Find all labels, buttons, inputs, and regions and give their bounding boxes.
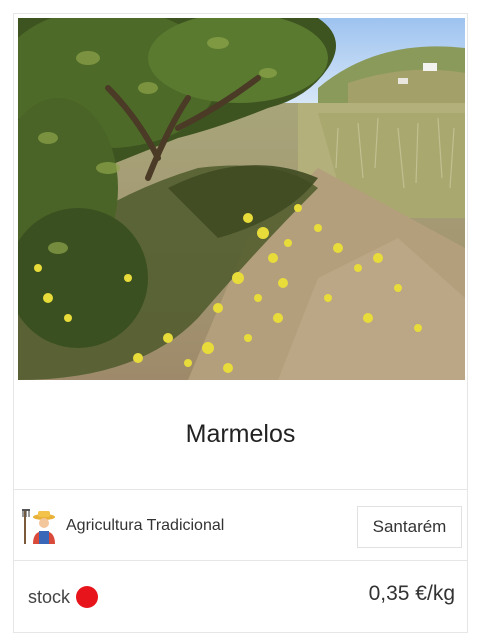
farmer-icon <box>22 509 55 544</box>
stock-label: stock <box>28 586 71 607</box>
producer[interactable]: Agricultura Tradicional <box>20 506 224 546</box>
location-badge: Santarém <box>357 506 462 548</box>
producer-name: Agricultura Tradicional <box>66 517 225 534</box>
product-card[interactable]: Marmelos Agricultura Tradicional Santaré… <box>13 13 468 633</box>
stock-status-dot <box>76 586 99 608</box>
divider <box>14 560 467 561</box>
divider <box>14 489 467 490</box>
price: 0,35 €/kg <box>368 582 455 605</box>
stock-indicator: stock <box>28 585 99 609</box>
product-title[interactable]: Marmelos <box>14 380 467 489</box>
product-photo[interactable] <box>18 18 465 380</box>
